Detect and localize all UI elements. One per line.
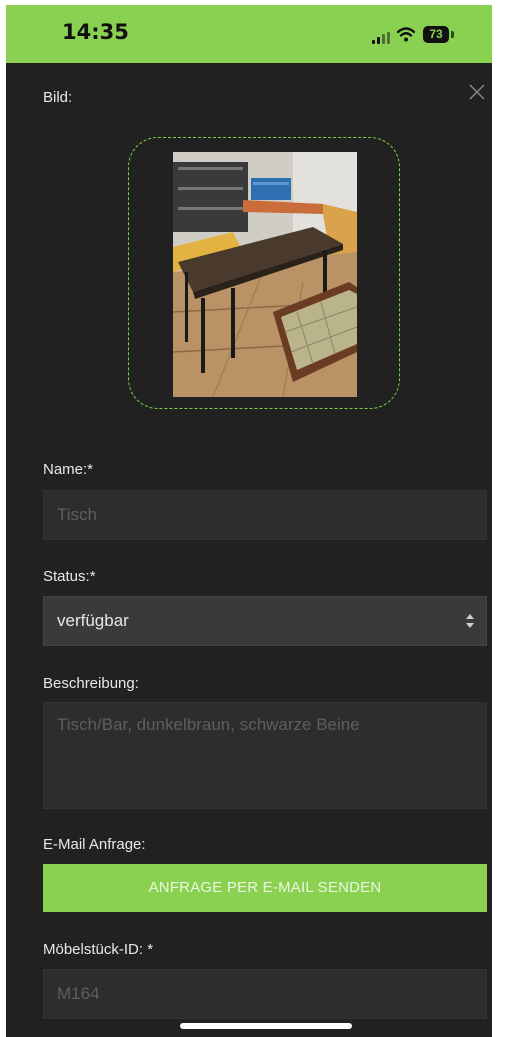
home-indicator — [180, 1023, 352, 1029]
app-screen: 14:35 73 Bild: Name:* Tisch Status:* ver… — [6, 5, 492, 1037]
furniture-photo[interactable] — [173, 152, 357, 397]
furniture-id-input[interactable]: M164 — [43, 969, 487, 1019]
status-select[interactable]: verfügbar — [43, 596, 487, 646]
email-label: E-Mail Anfrage: — [43, 836, 146, 853]
table-photo-illustration — [173, 152, 357, 397]
close-icon[interactable] — [468, 83, 486, 101]
description-label: Beschreibung: — [43, 675, 139, 692]
wifi-icon — [397, 27, 415, 42]
send-email-request-button[interactable]: ANFRAGE PER E-MAIL SENDEN — [43, 864, 487, 912]
status-select-value: verfügbar — [57, 611, 129, 630]
status-label: Status:* — [43, 568, 96, 585]
status-bar: 14:35 73 — [6, 5, 492, 63]
image-label: Bild: — [43, 89, 73, 106]
description-textarea[interactable]: Tisch/Bar, dunkelbraun, schwarze Beine — [43, 702, 487, 809]
name-input[interactable]: Tisch — [43, 490, 487, 540]
battery-icon: 73 — [423, 26, 449, 43]
furniture-id-label: Möbelstück-ID: * — [43, 941, 154, 958]
battery-cap — [451, 31, 454, 38]
name-label: Name:* — [43, 461, 94, 478]
status-time: 14:35 — [62, 20, 129, 44]
select-arrows-icon — [466, 614, 474, 628]
cellular-signal-icon — [372, 32, 390, 44]
